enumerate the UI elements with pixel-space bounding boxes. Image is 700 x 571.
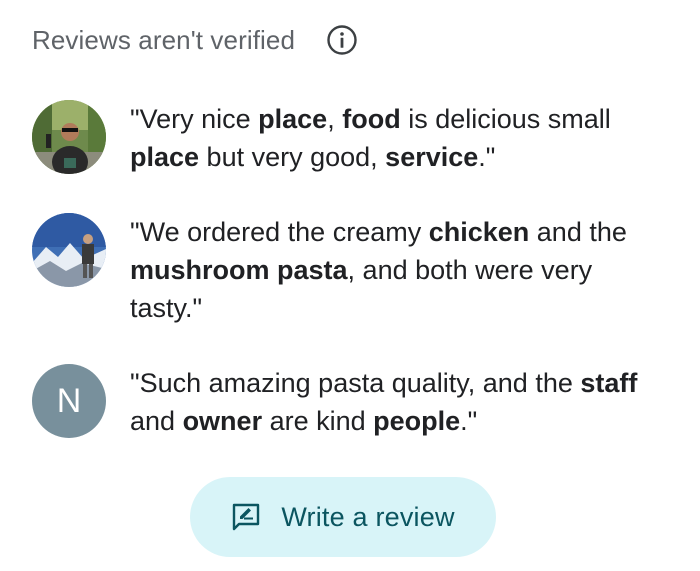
review-text: and the [529, 217, 627, 247]
avatar-initial: N [56, 381, 82, 420]
reviews-disclaimer: Reviews aren't verified [32, 20, 359, 60]
review-keyword: people [373, 406, 461, 436]
review-text: "We ordered the creamy [130, 217, 429, 247]
review-keyword: chicken [428, 217, 530, 247]
review-quote: "Such amazing pasta quality, and the sta… [130, 364, 650, 440]
review-keyword: mushroom pasta [130, 255, 348, 285]
review-text: ." [478, 142, 496, 172]
reviewer-avatar[interactable]: N [32, 364, 106, 438]
write-review-label: Write a review [281, 501, 455, 532]
review-quote: "We ordered the creamy chicken and the m… [130, 213, 650, 327]
review-text: is delicious small [400, 104, 611, 134]
review-keyword: place [258, 104, 328, 134]
review-text: are kind [262, 406, 374, 436]
review-text: "Very nice [130, 104, 259, 134]
review-text: and [130, 406, 183, 436]
review-text: , [327, 104, 343, 134]
reviewer-avatar[interactable] [32, 100, 106, 174]
review-snippet[interactable]: "We ordered the creamy chicken and the m… [32, 213, 650, 327]
review-keyword: service [385, 142, 479, 172]
review-quote: "Very nice place, food is delicious smal… [130, 100, 650, 176]
review-text: "Such amazing pasta quality, and the [130, 368, 581, 398]
reviews-disclaimer-text: Reviews aren't verified [32, 24, 296, 55]
reviewer-avatar[interactable] [32, 213, 106, 287]
write-review-button[interactable]: Write a review [190, 477, 496, 557]
review-keyword: place [130, 142, 200, 172]
review-keyword: owner [182, 406, 263, 436]
info-icon[interactable] [325, 23, 359, 57]
review-keyword: food [342, 104, 401, 134]
review-text: ." [460, 406, 478, 436]
review-text: but very good, [199, 142, 386, 172]
review-snippet[interactable]: N "Such amazing pasta quality, and the s… [32, 364, 650, 440]
review-snippet[interactable]: "Very nice place, food is delicious smal… [32, 100, 650, 176]
review-keyword: staff [580, 368, 638, 398]
rate-review-icon [231, 502, 261, 532]
